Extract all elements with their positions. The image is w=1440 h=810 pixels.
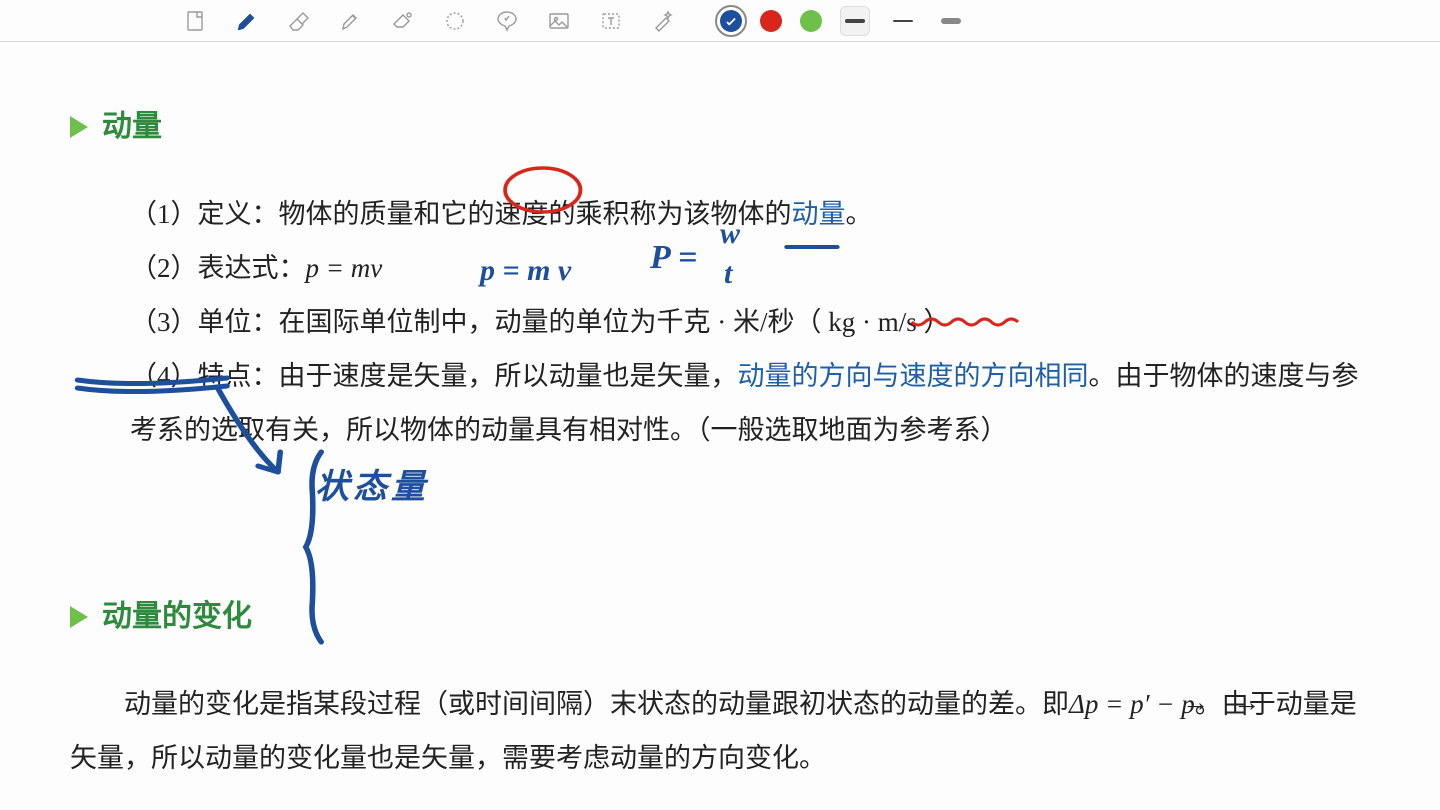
line-feature: （4）特点：由于速度是矢量，所以动量也是矢量，动量的方向与速度的方向相同。由于物…	[130, 349, 1370, 457]
highlighter-icon[interactable]	[334, 7, 368, 35]
formula-pmv: p = mv	[306, 253, 383, 283]
handwriting-pmv: p = m v	[480, 241, 571, 301]
stroke-thin[interactable]	[888, 6, 918, 36]
toolbar	[0, 0, 1440, 42]
text-emphasis: 动量的方向与速度的方向相同	[738, 361, 1089, 391]
magic-icon[interactable]	[646, 7, 680, 35]
text-circled: 速度	[495, 199, 549, 229]
line-unit: （3）单位：在国际单位制中，动量的单位为千克 · 米/秒（ kg · m/s ）	[130, 295, 1370, 349]
image-icon[interactable]	[542, 7, 576, 35]
text-icon[interactable]	[594, 7, 628, 35]
handwriting-P: P =	[650, 224, 697, 292]
text: （3）单位：在国际单位制中，动量的单位为千克 · 米/秒（ kg · m/s ）	[130, 307, 951, 337]
tool-group-drawing	[178, 7, 680, 35]
eraser-icon[interactable]	[282, 7, 316, 35]
formula-delta-p: Δp = p→′ − p→	[1069, 689, 1195, 719]
text: 动量的变化是指某段过程（或时间间隔）末状态的动量跟初状态的动量的差。即	[124, 689, 1069, 719]
pen-icon[interactable]	[230, 7, 264, 35]
section1-title: 动量	[102, 97, 162, 157]
color-red[interactable]	[760, 10, 782, 32]
eraser-shape-icon[interactable]	[386, 7, 420, 35]
page-icon[interactable]	[178, 7, 212, 35]
lasso-icon[interactable]	[438, 7, 472, 35]
shape-icon[interactable]	[490, 7, 524, 35]
handwriting-t: t	[724, 244, 732, 304]
section2-header: 动量的变化	[70, 587, 1370, 647]
stroke-dash[interactable]	[936, 6, 966, 36]
line-definition: （1）定义：物体的质量和它的速度的乘积称为该物体的动量。	[130, 187, 1370, 241]
handwriting-state: 状态量	[315, 454, 429, 522]
triangle-bullet-icon	[70, 116, 88, 138]
color-palette	[720, 6, 966, 36]
text-emphasis: 动量	[792, 199, 846, 229]
stroke-thick[interactable]	[840, 6, 870, 36]
text: 。	[846, 199, 873, 229]
section2-body: 动量的变化是指某段过程（或时间间隔）末状态的动量跟初状态的动量的差。即Δp = …	[70, 677, 1370, 785]
text: （4）特点：由于速度是矢量，所以动量也是矢量，	[130, 361, 738, 391]
color-blue[interactable]	[720, 10, 742, 32]
page-content: 动量 （1）定义：物体的质量和它的速度的乘积称为该物体的动量。 （2）表达式：p…	[0, 42, 1440, 810]
triangle-bullet-icon	[70, 606, 88, 628]
text: （1）定义：物体的质量和它的	[130, 199, 495, 229]
section2-title: 动量的变化	[102, 587, 252, 647]
text: （2）表达式：	[130, 253, 306, 283]
color-green[interactable]	[800, 10, 822, 32]
line-expression: （2）表达式：p = mv	[130, 241, 1370, 295]
section1-header: 动量	[70, 97, 1370, 157]
